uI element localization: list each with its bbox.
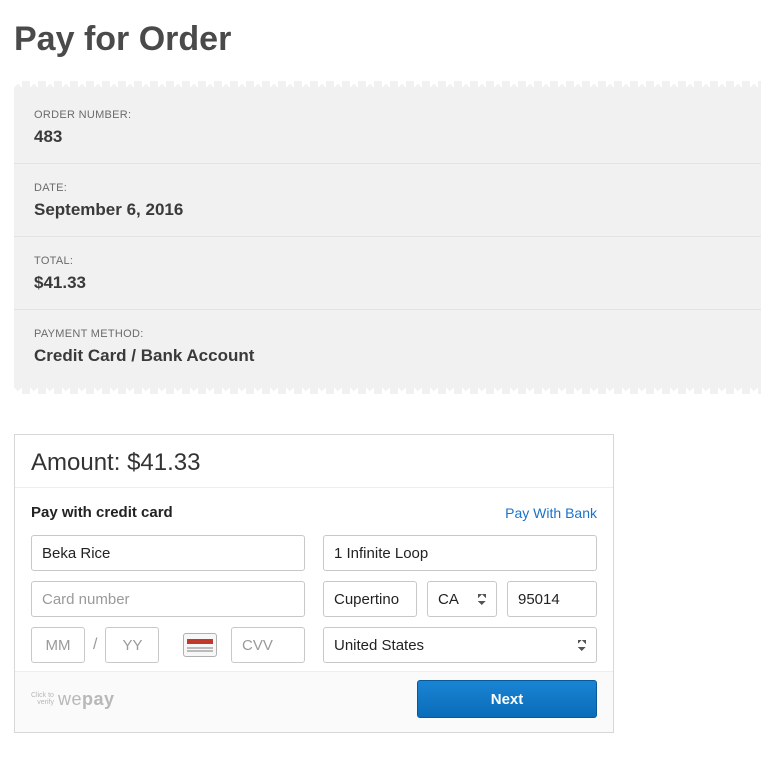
page-title: Pay for Order bbox=[14, 20, 761, 59]
total-label: TOTAL: bbox=[34, 255, 741, 267]
exp-year-input[interactable] bbox=[105, 627, 159, 663]
card-number-input[interactable] bbox=[31, 581, 305, 617]
receipt-row-date: DATE: September 6, 2016 bbox=[14, 164, 761, 237]
cvv-input[interactable] bbox=[231, 627, 305, 663]
amount-value: $41.33 bbox=[127, 449, 200, 476]
order-number-label: ORDER NUMBER: bbox=[34, 109, 741, 121]
order-number-value: 483 bbox=[34, 127, 741, 147]
payment-method-label: PAYMENT METHOD: bbox=[34, 328, 741, 340]
state-select[interactable]: CA bbox=[427, 581, 497, 617]
pay-with-bank-link[interactable]: Pay With Bank bbox=[505, 505, 597, 521]
wepay-verify-badge[interactable]: Click to verify wepay bbox=[31, 690, 115, 708]
date-label: DATE: bbox=[34, 182, 741, 194]
amount-label: Amount: bbox=[31, 449, 120, 476]
country-select[interactable]: United States bbox=[323, 627, 597, 663]
next-button[interactable]: Next bbox=[417, 680, 597, 718]
exp-separator: / bbox=[93, 636, 97, 654]
zip-input[interactable] bbox=[507, 581, 597, 617]
receipt-row-total: TOTAL: $41.33 bbox=[14, 237, 761, 310]
receipt-row-payment-method: PAYMENT METHOD: Credit Card / Bank Accou… bbox=[14, 310, 761, 394]
cardholder-name-input[interactable] bbox=[31, 535, 305, 571]
date-value: September 6, 2016 bbox=[34, 200, 741, 220]
payment-panel: Amount: $41.33 Pay with credit card Pay … bbox=[14, 434, 614, 733]
verify-line1: Click to bbox=[31, 692, 54, 699]
city-input[interactable] bbox=[323, 581, 417, 617]
verify-line2: verify bbox=[37, 699, 54, 706]
payment-method-value: Credit Card / Bank Account bbox=[34, 346, 741, 366]
pay-cc-title: Pay with credit card bbox=[31, 504, 173, 521]
order-receipt: ORDER NUMBER: 483 DATE: September 6, 201… bbox=[14, 81, 761, 394]
credit-card-icon bbox=[183, 633, 217, 657]
exp-month-input[interactable] bbox=[31, 627, 85, 663]
wepay-logo-icon: wepay bbox=[58, 690, 115, 708]
receipt-row-order-number: ORDER NUMBER: 483 bbox=[14, 81, 761, 164]
total-value: $41.33 bbox=[34, 273, 741, 293]
address-input[interactable] bbox=[323, 535, 597, 571]
amount-bar: Amount: $41.33 bbox=[15, 435, 613, 488]
